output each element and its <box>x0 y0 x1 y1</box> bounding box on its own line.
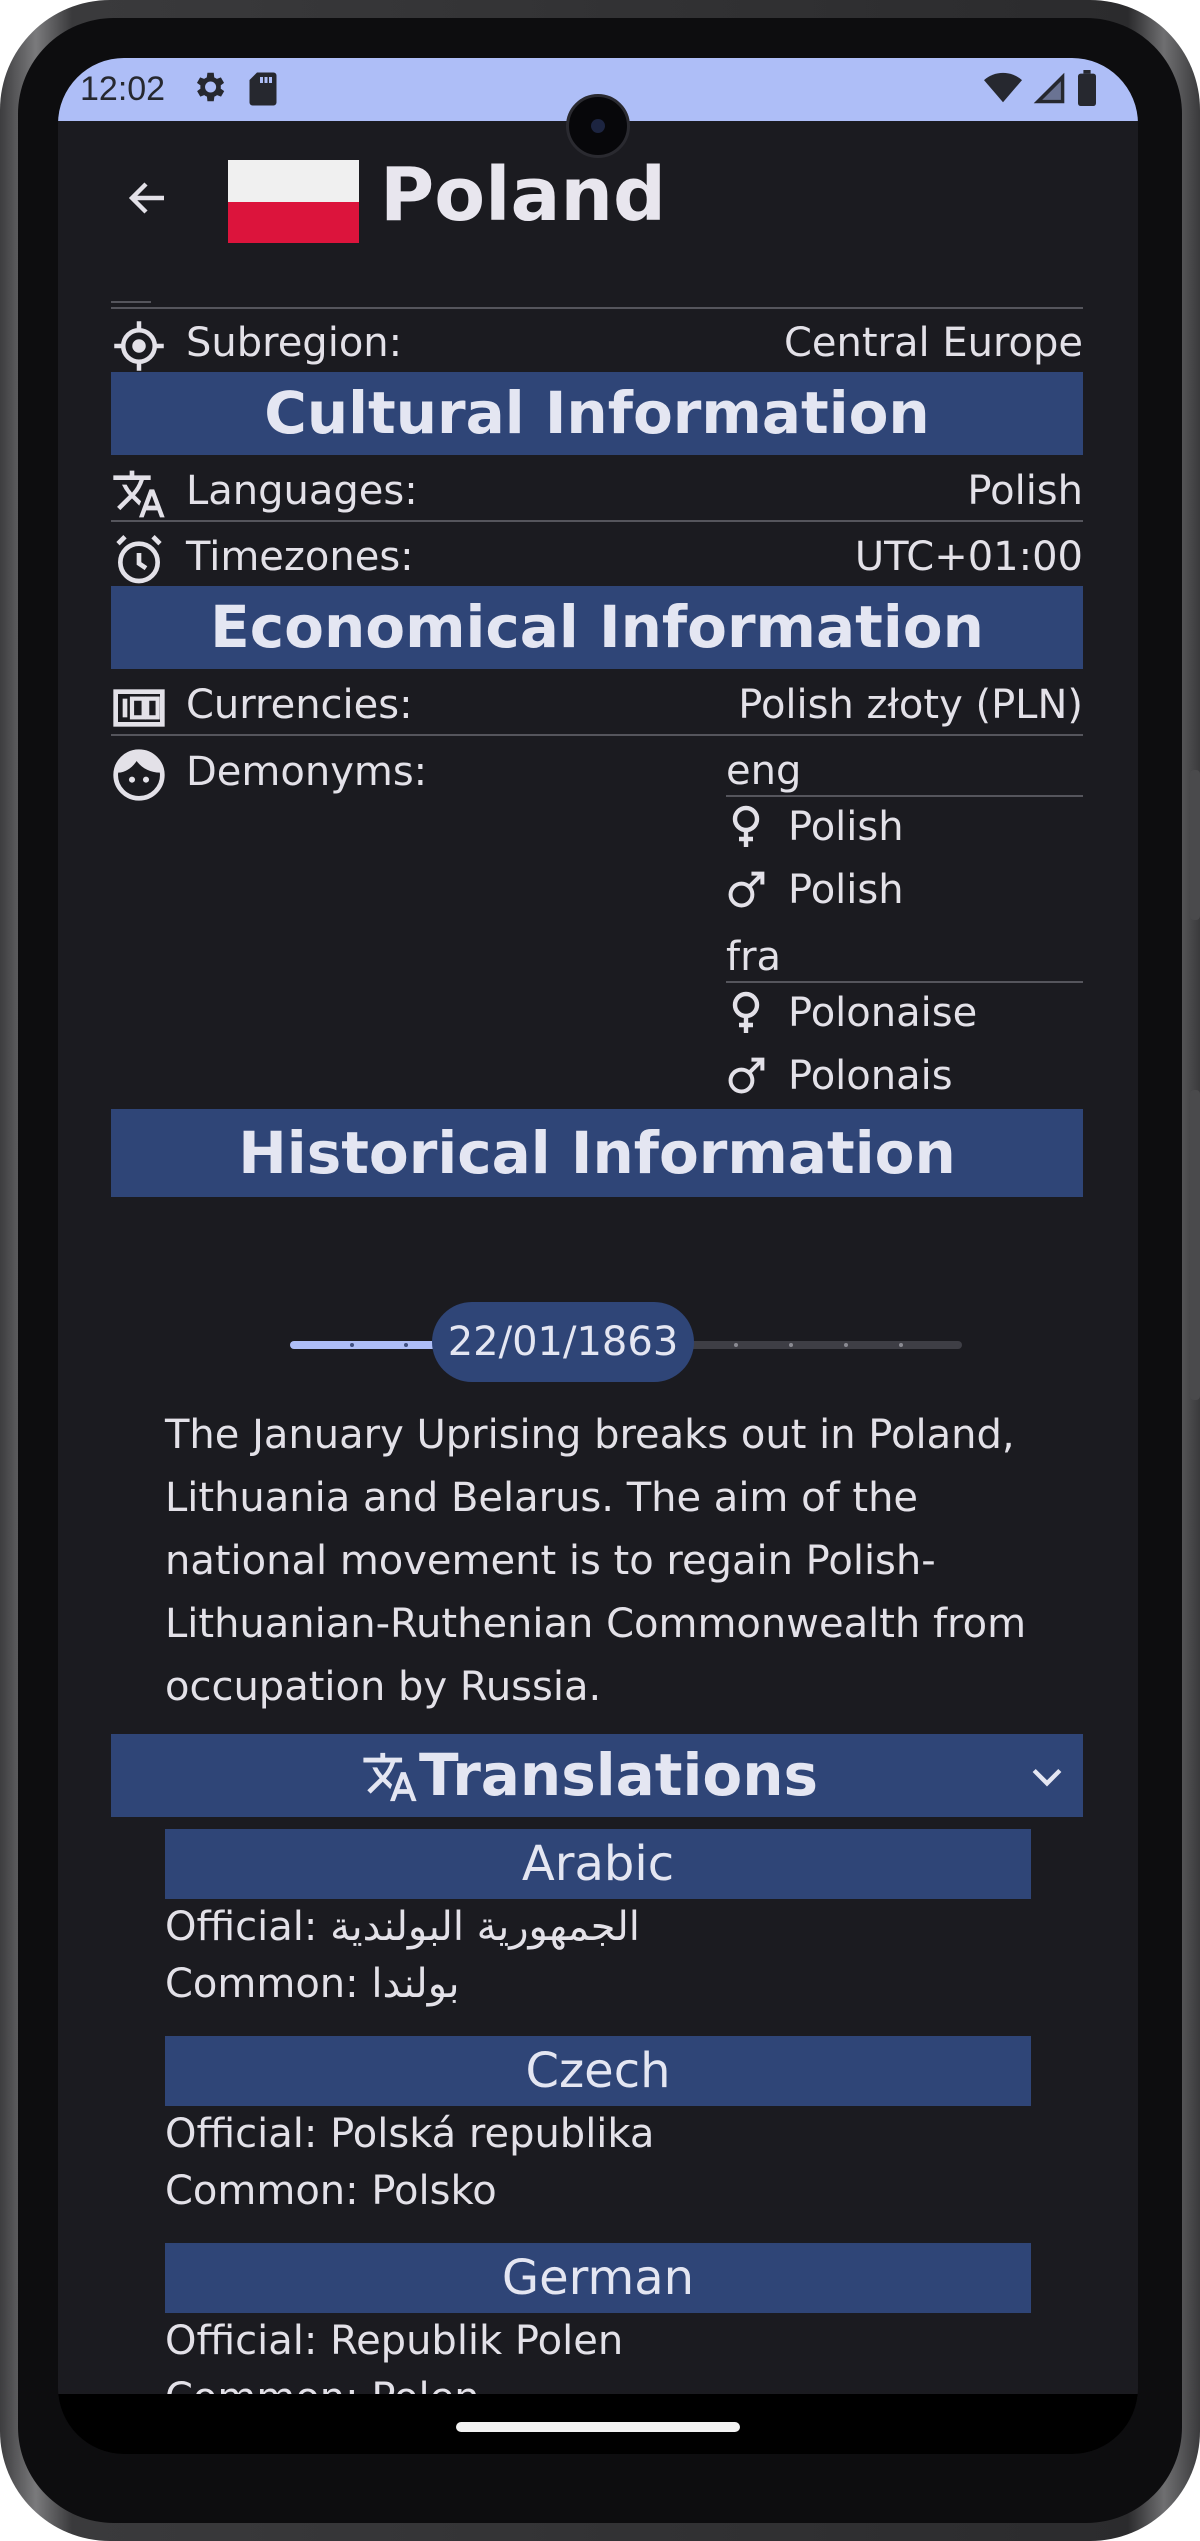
power-button <box>1190 770 1200 920</box>
translation-official: Official: الجمهورية البولندية <box>165 1904 640 1950</box>
country-flag <box>228 160 359 243</box>
money-icon <box>111 680 167 736</box>
demonym-lang: fra <box>726 934 782 980</box>
translate-icon <box>361 1748 419 1810</box>
currencies-value: Polish złoty (PLN) <box>738 682 1083 728</box>
divider <box>726 981 1083 983</box>
male-icon <box>726 866 766 914</box>
timezones-value: UTC+01:00 <box>854 534 1083 580</box>
gear-icon <box>190 68 228 111</box>
demonym-female-value: Polish <box>788 804 904 850</box>
screen: 12:02 Poland Subregion: Central Europe C… <box>58 58 1138 2454</box>
front-camera <box>566 94 630 158</box>
translation-language: Arabic <box>165 1829 1031 1899</box>
status-icons <box>984 70 1098 111</box>
timezones-row: Timezones: UTC+01:00 <box>111 526 1083 590</box>
cultural-section-header: Cultural Information <box>111 372 1083 455</box>
page-title: Poland <box>380 152 667 238</box>
divider <box>111 301 151 303</box>
divider <box>111 734 1083 736</box>
translation-common: Common: Polsko <box>165 2168 497 2214</box>
slider-tick <box>734 1343 738 1347</box>
divider <box>726 795 1083 797</box>
divider <box>111 520 1083 522</box>
slider-tick <box>350 1343 354 1347</box>
demonym-female: Polonaise <box>726 989 977 1037</box>
economical-section-header: Economical Information <box>111 586 1083 669</box>
translation-official: Official: Republik Polen <box>165 2318 624 2364</box>
male-icon <box>726 1052 766 1100</box>
timeline-slider-thumb[interactable]: 22/01/1863 <box>432 1302 694 1382</box>
face-icon <box>111 747 167 803</box>
currencies-row: Currencies: Polish złoty (PLN) <box>111 674 1083 738</box>
subregion-value: Central Europe <box>783 320 1083 366</box>
demonym-male-value: Polonais <box>788 1053 953 1099</box>
subregion-label: Subregion: <box>186 320 403 366</box>
currencies-label: Currencies: <box>186 682 413 728</box>
demonym-male-value: Polish <box>788 867 904 913</box>
alarm-clock-icon <box>111 532 167 588</box>
divider <box>111 307 1083 309</box>
translations-title: Translations <box>419 1741 819 1809</box>
back-button[interactable] <box>118 170 178 230</box>
location-target-icon <box>111 318 167 374</box>
translation-language: Czech <box>165 2036 1031 2106</box>
demonym-female: Polish <box>726 803 904 851</box>
arrow-back-icon <box>124 174 172 226</box>
languages-row: Languages: Polish <box>111 460 1083 524</box>
translation-common: Common: بولندا <box>165 1961 460 2007</box>
sd-card-icon <box>248 71 278 112</box>
historical-section-header: Historical Information <box>111 1109 1083 1197</box>
translations-header[interactable]: Translations <box>111 1734 1083 1817</box>
translation-language: German <box>165 2243 1031 2313</box>
volume-button <box>1190 1090 1200 1400</box>
slider-tick <box>404 1343 408 1347</box>
history-text: The January Uprising breaks out in Polan… <box>165 1412 1027 1710</box>
languages-label: Languages: <box>186 468 418 514</box>
slider-tick <box>899 1343 903 1347</box>
home-gesture-handle[interactable] <box>456 2422 740 2432</box>
demonym-female-value: Polonaise <box>788 990 978 1036</box>
demonym-male: Polonais <box>726 1052 953 1100</box>
subregion-row: Subregion: Central Europe <box>111 312 1083 376</box>
female-icon <box>726 803 766 851</box>
slider-tick <box>844 1343 848 1347</box>
demonym-male: Polish <box>726 866 904 914</box>
chevron-down-icon[interactable] <box>1025 1754 1069 1802</box>
female-icon <box>726 989 766 1037</box>
timezones-label: Timezones: <box>186 534 414 580</box>
slider-tick <box>789 1343 793 1347</box>
battery-icon <box>1076 70 1098 111</box>
wifi-icon <box>984 71 1022 110</box>
status-time: 12:02 <box>80 70 166 108</box>
translate-icon <box>111 466 167 522</box>
demonyms-label: Demonyms: <box>186 749 428 795</box>
languages-value: Polish <box>967 468 1083 514</box>
signal-icon <box>1032 71 1066 110</box>
translation-official: Official: Polská republika <box>165 2111 655 2157</box>
demonym-lang: eng <box>726 748 802 794</box>
